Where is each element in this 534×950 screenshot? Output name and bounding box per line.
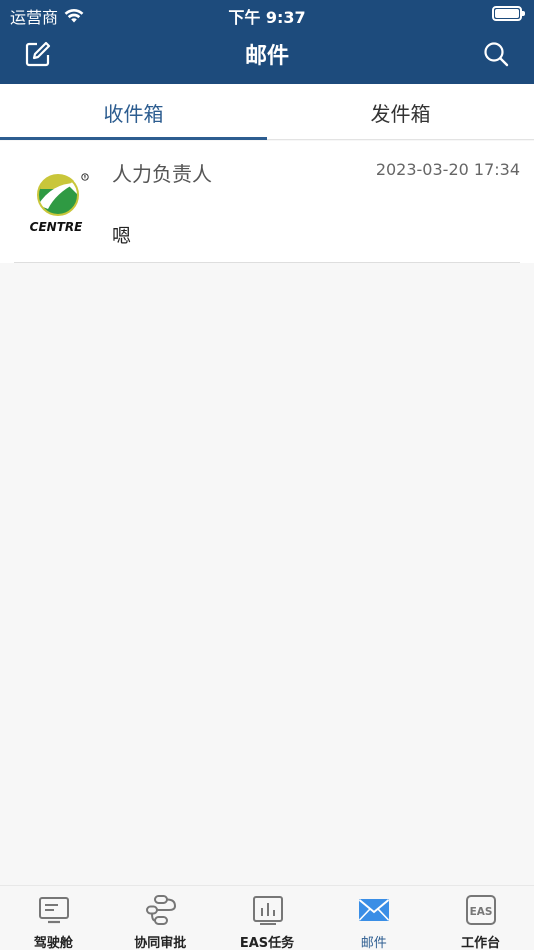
eas-icon-text: EAS — [470, 906, 493, 918]
mail-sender: 人力负责人 — [112, 162, 212, 186]
search-icon[interactable] — [482, 40, 510, 68]
tab-sent[interactable]: 发件箱 — [267, 84, 534, 140]
tab-inbox[interactable]: 收件箱 — [0, 84, 267, 140]
bottom-tab-bar: 驾驶舱 协同审批 EAS任务 邮件 EAS 工作台 — [0, 885, 534, 950]
svg-text:R: R — [84, 175, 87, 180]
tab-indicator — [0, 137, 267, 140]
tabbar-label: 驾驶舱 — [33, 936, 73, 950]
status-time: 下午 9:37 — [228, 8, 306, 27]
tabbar-item-eas-tasks[interactable]: EAS任务 — [214, 886, 321, 950]
tabbar-item-cockpit[interactable]: 驾驶舱 — [0, 886, 107, 950]
dashboard-icon — [39, 897, 69, 924]
chart-icon — [252, 896, 283, 925]
mail-list-item[interactable]: R CENTRE 人力负责人 2023-03-20 17:34 嗯 — [0, 141, 534, 263]
tabbar-label: EAS任务 — [239, 936, 295, 950]
tabbar-label: 邮件 — [360, 936, 387, 950]
page-title: 邮件 — [244, 44, 289, 69]
logo-text: CENTRE — [30, 220, 83, 234]
mail-preview: 嗯 — [112, 225, 132, 247]
battery-icon — [492, 6, 525, 21]
eas-icon: EAS — [466, 895, 497, 925]
status-bar: 运营商 下午 9:37 — [0, 0, 534, 28]
flow-icon — [145, 895, 176, 925]
app-header: 运营商 下午 9:37 邮件 — [0, 0, 534, 84]
mailbox-tabs: 收件箱 发件箱 — [0, 84, 534, 140]
tabbar-item-approval[interactable]: 协同审批 — [107, 886, 214, 950]
centre-logo-icon: R CENTRE — [30, 173, 89, 234]
nav-bar: 邮件 — [0, 28, 534, 84]
divider — [14, 262, 520, 263]
mail-list: R CENTRE 人力负责人 2023-03-20 17:34 嗯 — [0, 141, 534, 263]
tabbar-item-mail[interactable]: 邮件 — [320, 886, 427, 950]
tabbar-item-workbench[interactable]: EAS 工作台 — [427, 886, 534, 950]
mail-icon — [359, 899, 390, 921]
tabbar-label: 协同审批 — [134, 936, 187, 950]
tab-inbox-label: 收件箱 — [103, 101, 164, 126]
tabbar-label: 工作台 — [461, 936, 501, 950]
mail-timestamp: 2023-03-20 17:34 — [375, 160, 520, 179]
tab-sent-label: 发件箱 — [370, 101, 431, 126]
